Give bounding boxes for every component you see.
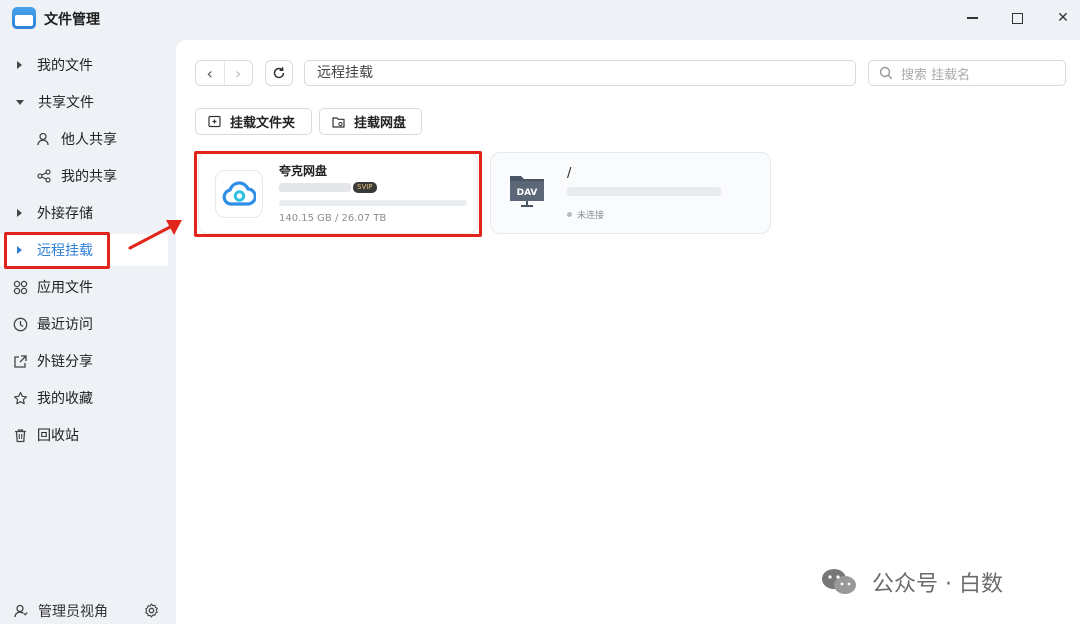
cloud-folder-icon bbox=[332, 115, 345, 128]
watermark: 公众号 · 白数 bbox=[820, 566, 1003, 598]
admin-user-icon bbox=[13, 603, 29, 619]
chevron-right-icon: › bbox=[235, 63, 242, 83]
status-dot bbox=[567, 212, 572, 217]
forward-button[interactable]: › bbox=[225, 61, 253, 85]
sidebar-item-label: 我的共享 bbox=[61, 169, 117, 185]
annotation-arrow bbox=[128, 220, 182, 250]
sidebar-item-recycle-bin[interactable]: 回收站 bbox=[0, 419, 168, 451]
sidebar-item-shared-files[interactable]: 共享文件 bbox=[0, 86, 168, 118]
mount-disk-button[interactable]: 挂载网盘 bbox=[319, 108, 422, 135]
sidebar-item-favorites[interactable]: 我的收藏 bbox=[0, 382, 168, 414]
maximize-button[interactable] bbox=[1003, 6, 1031, 30]
sidebar-item-label: 外接存储 bbox=[37, 206, 93, 222]
sidebar-item-label: 我的文件 bbox=[37, 58, 93, 74]
path-bar[interactable]: 远程挂载 bbox=[304, 60, 856, 86]
refresh-button[interactable] bbox=[265, 60, 293, 86]
title-bar: 文件管理 ✕ bbox=[0, 0, 1080, 38]
user-share-icon bbox=[36, 131, 52, 147]
back-button[interactable]: ‹ bbox=[196, 61, 225, 85]
share-icon bbox=[36, 168, 52, 184]
external-share-icon bbox=[12, 353, 28, 369]
app-folder-icon bbox=[12, 7, 36, 29]
caret-right-icon bbox=[17, 61, 22, 69]
sidebar-item-recent[interactable]: 最近访问 bbox=[0, 308, 168, 340]
dav-label: DAV bbox=[517, 188, 538, 198]
connection-status: 未连接 bbox=[567, 208, 604, 221]
trash-icon bbox=[12, 427, 28, 443]
mount-card-webdav[interactable]: DAV / 未连接 bbox=[490, 152, 771, 234]
mount-folder-button[interactable]: 挂载文件夹 bbox=[195, 108, 312, 135]
sidebar-item-label: 最近访问 bbox=[37, 317, 93, 333]
status-text: 未连接 bbox=[577, 211, 605, 221]
caret-right-icon bbox=[17, 209, 22, 217]
dav-folder-icon: DAV bbox=[503, 166, 551, 214]
sidebar-item-my-files[interactable]: 我的文件 bbox=[0, 49, 168, 81]
admin-view-label: 管理员视角 bbox=[38, 604, 108, 620]
maximize-icon bbox=[1011, 12, 1023, 24]
mount-folder-label: 挂载文件夹 bbox=[230, 116, 296, 131]
blurred-address bbox=[567, 187, 721, 196]
sidebar-item-label: 回收站 bbox=[37, 428, 79, 444]
gear-icon[interactable] bbox=[144, 603, 159, 622]
sidebar-item-label: 外链分享 bbox=[37, 354, 93, 370]
caret-down-icon bbox=[16, 99, 24, 105]
sidebar-item-label: 他人共享 bbox=[61, 132, 117, 148]
wechat-icon bbox=[820, 567, 858, 597]
mount-name: / bbox=[567, 166, 572, 181]
highlight-box bbox=[194, 151, 482, 237]
minimize-button[interactable] bbox=[958, 6, 986, 30]
search-input[interactable]: 搜索 挂载名 bbox=[868, 60, 1066, 86]
close-icon: ✕ bbox=[1057, 10, 1069, 26]
sidebar-item-label: 应用文件 bbox=[37, 280, 93, 296]
sidebar-item-label: 共享文件 bbox=[38, 95, 94, 111]
chevron-left-icon: ‹ bbox=[206, 63, 213, 83]
main-panel: ‹ › 远程挂载 搜索 挂载名 挂载文件夹 挂载网盘 夸克网盘 SVIP 140… bbox=[176, 40, 1080, 624]
watermark-text: 公众号 · 白数 bbox=[872, 572, 1003, 597]
app-title: 文件管理 bbox=[44, 12, 100, 28]
highlight-box bbox=[4, 232, 110, 269]
mount-disk-label: 挂载网盘 bbox=[354, 116, 407, 131]
sidebar-item-external-share[interactable]: 外链分享 bbox=[0, 345, 168, 377]
sidebar: 我的文件 共享文件 他人共享 我的共享 外接存储 远程挂载 应用文件 最近访问 bbox=[0, 40, 168, 624]
sidebar-item-my-shares[interactable]: 我的共享 bbox=[0, 160, 168, 192]
search-icon bbox=[879, 66, 893, 80]
sidebar-item-label: 我的收藏 bbox=[37, 391, 93, 407]
history-nav: ‹ › bbox=[195, 60, 253, 86]
close-button[interactable]: ✕ bbox=[1049, 6, 1077, 30]
search-placeholder: 搜索 挂载名 bbox=[901, 67, 971, 83]
apps-grid-icon bbox=[12, 279, 28, 295]
folder-plus-icon bbox=[208, 115, 221, 128]
sidebar-item-shared-with-me[interactable]: 他人共享 bbox=[0, 123, 168, 155]
admin-view-toggle[interactable]: 管理员视角 bbox=[0, 598, 168, 624]
clock-icon bbox=[12, 316, 28, 332]
sidebar-item-app-files[interactable]: 应用文件 bbox=[0, 271, 168, 303]
star-icon bbox=[12, 390, 28, 406]
minimize-icon bbox=[966, 17, 978, 19]
refresh-icon bbox=[273, 67, 285, 79]
